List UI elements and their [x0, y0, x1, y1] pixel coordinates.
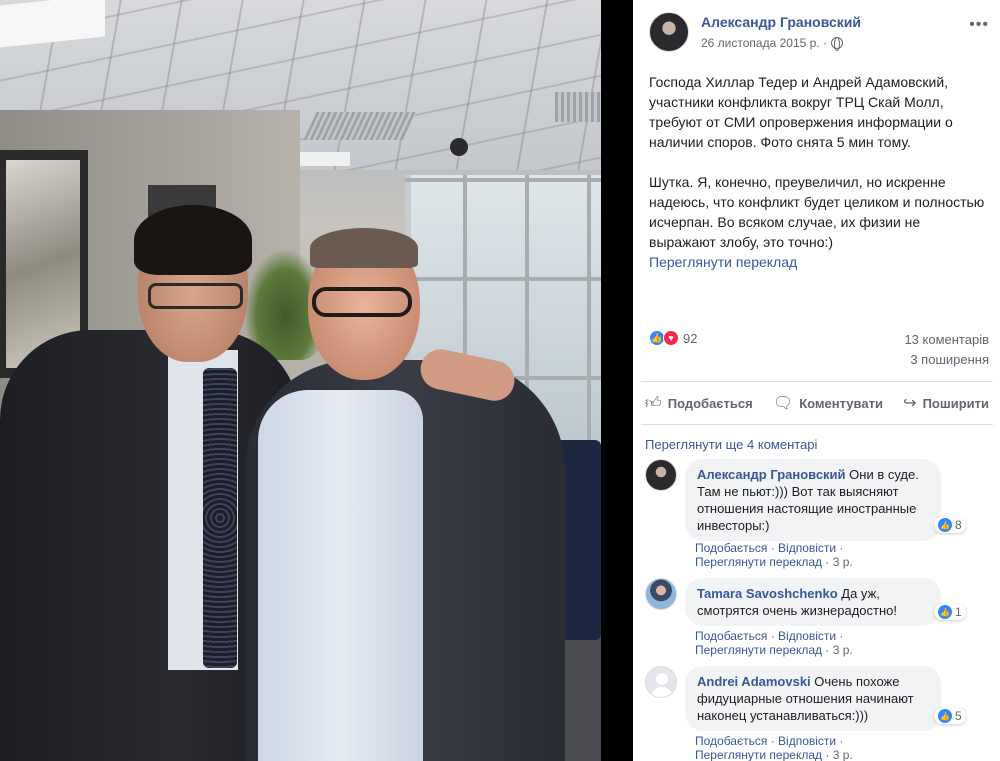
author-name[interactable]: Александр Грановский	[701, 14, 861, 30]
theater-gap	[601, 0, 633, 761]
photo-vent	[555, 92, 601, 122]
post-paragraph: Шутка. Я, конечно, преувеличил, но искре…	[649, 174, 985, 250]
globe-icon[interactable]	[830, 36, 843, 51]
comment-likes-badge[interactable]: 👍 8	[934, 517, 966, 533]
post-photo[interactable]	[0, 0, 601, 761]
comment-likes-count: 5	[955, 709, 962, 723]
comment-like-link[interactable]: Подобається	[695, 734, 767, 748]
comment-likes-count: 1	[955, 605, 962, 619]
photo-person-left-hair	[134, 205, 252, 275]
like-reaction-icon: 👍	[938, 709, 952, 723]
share-button[interactable]: ↪ Поширити	[903, 393, 989, 413]
comment-time[interactable]: 3 р.	[833, 748, 853, 761]
comment-see-translation-link[interactable]: Переглянути переклад	[695, 555, 822, 569]
comment-links: Подобається · Відповісти · Переглянути п…	[695, 734, 853, 761]
like-button-label: Подобається	[667, 395, 753, 411]
commenter-avatar[interactable]	[645, 666, 677, 698]
post-stats: 👍 ♥ 92 13 коментарів 3 поширення	[649, 330, 989, 370]
photo-person-left-glasses	[148, 283, 243, 309]
comment-reply-link[interactable]: Відповісти	[778, 541, 836, 555]
comment-bubble: Александр Грановский Они в суде. Там не …	[685, 459, 941, 541]
post-panel: Александр Грановский 26 листопада 2015 р…	[633, 0, 1000, 761]
comment-reply-link[interactable]: Відповісти	[778, 734, 836, 748]
commenter-name[interactable]: Александр Грановский	[697, 467, 846, 482]
comment-time[interactable]: 3 р.	[833, 643, 853, 657]
see-translation-link[interactable]: Переглянути переклад	[649, 252, 989, 272]
post-paragraph: Господа Хиллар Тедер и Андрей Адамовский…	[649, 74, 953, 150]
post-text: Господа Хиллар Тедер и Андрей Адамовский…	[649, 72, 989, 272]
comment-item: Tamara Savoshchenko Да уж, смотрятся оче…	[645, 578, 990, 658]
comment-reply-link[interactable]: Відповісти	[778, 629, 836, 643]
comment-item: Александр Грановский Они в суде. Там не …	[645, 459, 990, 569]
comment-likes-badge[interactable]: 👍 5	[934, 708, 966, 724]
photo-vent	[303, 112, 417, 140]
share-button-label: Поширити	[922, 395, 989, 411]
love-reaction-icon: ♥	[663, 330, 679, 346]
commenter-name[interactable]: Tamara Savoshchenko	[697, 586, 838, 601]
like-reaction-icon: 👍	[938, 605, 952, 619]
shares-count[interactable]: 3 поширення	[910, 352, 989, 367]
comment-likes-badge[interactable]: 👍 1	[934, 604, 966, 620]
author-avatar[interactable]	[649, 12, 689, 52]
post-header: Александр Грановский 26 листопада 2015 р…	[649, 12, 989, 56]
comment-button[interactable]: 🗨 Коментувати	[773, 393, 883, 413]
view-more-comments-link[interactable]: Переглянути ще 4 коментарі	[645, 437, 817, 452]
commenter-avatar[interactable]	[645, 459, 677, 491]
post-date[interactable]: 26 листопада 2015 р. ·	[701, 36, 827, 50]
photo-person-right-glasses	[312, 287, 412, 317]
photo-person-right-shirt	[258, 390, 423, 761]
reactions-count: 92	[683, 330, 698, 346]
comment-time[interactable]: 3 р.	[833, 555, 853, 569]
photo-security-camera	[450, 138, 468, 156]
comment-links: Подобається · Відповісти · Переглянути п…	[695, 629, 853, 657]
comment-see-translation-link[interactable]: Переглянути переклад	[695, 643, 822, 657]
reactions-summary[interactable]: 👍 ♥ 92	[649, 330, 697, 346]
share-arrow-icon: ↪	[903, 395, 917, 412]
comments-count[interactable]: 13 коментарів	[904, 332, 989, 347]
thumbs-up-icon: 👍︎	[645, 394, 662, 412]
like-reaction-icon: 👍	[938, 518, 952, 532]
photo-person-right-hair	[310, 228, 418, 268]
commenter-avatar[interactable]	[645, 578, 677, 610]
more-dots-icon[interactable]: •••	[969, 16, 989, 34]
comment-see-translation-link[interactable]: Переглянути переклад	[695, 748, 822, 761]
comment-like-link[interactable]: Подобається	[695, 629, 767, 643]
photo-person-left-tie	[203, 368, 237, 668]
speech-bubble-icon: 🗨	[772, 395, 794, 412]
comment-like-link[interactable]: Подобається	[695, 541, 767, 555]
comment-button-label: Коментувати	[799, 395, 883, 411]
comment-bubble: Tamara Savoshchenko Да уж, смотрятся оче…	[685, 578, 941, 626]
comment-likes-count: 8	[955, 518, 962, 532]
comment-item: Andrei Adamovski Очень похоже фидуциарны…	[645, 666, 990, 761]
post-actions: 👍︎ Подобається 🗨 Коментувати ↪ Поширити	[641, 381, 993, 425]
like-button[interactable]: 👍︎ Подобається	[645, 394, 753, 413]
post-meta: 26 листопада 2015 р. ·	[701, 36, 843, 51]
comment-bubble: Andrei Adamovski Очень похоже фидуциарны…	[685, 666, 941, 731]
comment-links: Подобається · Відповісти · Переглянути п…	[695, 541, 853, 569]
commenter-name[interactable]: Andrei Adamovski	[697, 674, 811, 689]
